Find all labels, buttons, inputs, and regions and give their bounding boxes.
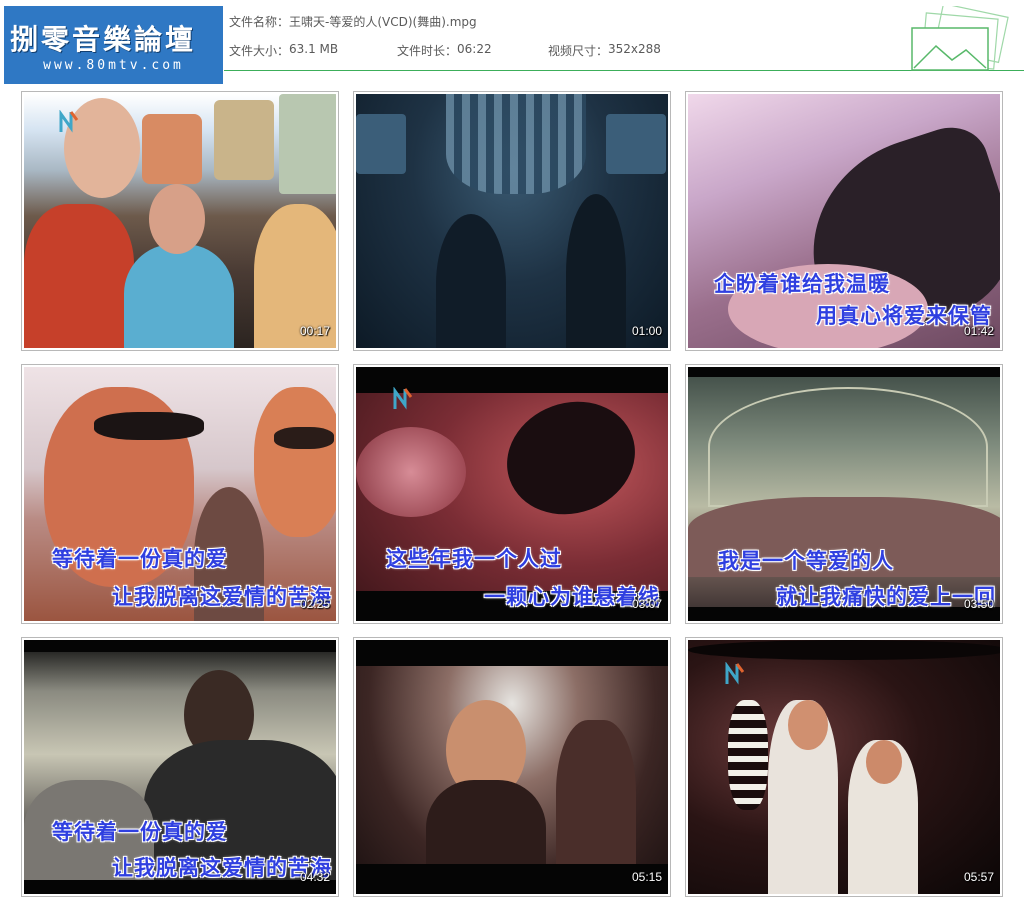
thumbnail[interactable]: 05:57 — [685, 637, 1003, 897]
video-frame: 05:15 — [356, 640, 668, 894]
video-frame: 等待着一份真的爱 让我脱离这爱情的苦海 02:25 — [24, 367, 336, 621]
lyric-line-1: 这些年我一个人过 — [386, 547, 562, 571]
channel-logo-icon — [393, 387, 413, 410]
video-frame: 等待着一份真的爱 让我脱离这爱情的苦海 04:32 — [24, 640, 336, 894]
lyric-line-1: 等待着一份真的爱 — [52, 820, 228, 844]
video-frame: 这些年我一个人过 一颗心为谁悬着线 03:07 — [356, 367, 668, 621]
timestamp: 01:42 — [963, 324, 994, 338]
duration-label: 文件时长： — [397, 44, 458, 58]
channel-logo-icon — [725, 662, 745, 685]
timestamp: 03:07 — [631, 597, 662, 611]
thumbnail[interactable]: 等待着一份真的爱 让我脱离这爱情的苦海 02:25 — [21, 364, 339, 624]
timestamp: 00:17 — [299, 324, 330, 338]
thumbnail[interactable]: 05:15 — [353, 637, 671, 897]
file-name-label: 文件名称： — [229, 15, 290, 29]
lyric-line-1: 企盼着谁给我温暖 — [714, 272, 890, 296]
header-divider — [224, 70, 1024, 71]
thumbnail[interactable]: 这些年我一个人过 一颗心为谁悬着线 03:07 — [353, 364, 671, 624]
thumbnail[interactable]: 01:00 — [353, 91, 671, 351]
video-frame: 企盼着谁给我温暖 用真心将爱来保管 01:42 — [688, 94, 1000, 348]
thumbnail[interactable]: 等待着一份真的爱 让我脱离这爱情的苦海 04:32 — [21, 637, 339, 897]
video-frame: 05:57 — [688, 640, 1000, 894]
channel-logo-icon — [59, 110, 79, 133]
site-logo[interactable]: 捌零音樂論壇 www.80mtv.com — [4, 6, 223, 84]
video-size-value: 352x288 — [608, 42, 661, 56]
file-size-value: 63.1 MB — [289, 42, 339, 56]
duration-value: 06:22 — [457, 42, 492, 56]
logo-title: 捌零音樂論壇 — [10, 23, 197, 56]
header: 捌零音樂論壇 www.80mtv.com 文件名称： 王啸天-等爱的人(VCD)… — [0, 0, 1024, 84]
timestamp: 04:32 — [299, 870, 330, 884]
thumbnail[interactable]: 00:17 — [21, 91, 339, 351]
timestamp: 01:00 — [631, 324, 662, 338]
timestamp: 05:57 — [963, 870, 994, 884]
timestamp: 02:25 — [299, 597, 330, 611]
timestamp: 05:15 — [631, 870, 662, 884]
logo-url: www.80mtv.com — [43, 58, 184, 73]
video-size-label: 视频尺寸： — [548, 44, 609, 58]
thumbnail[interactable]: 企盼着谁给我温暖 用真心将爱来保管 01:42 — [685, 91, 1003, 351]
timestamp: 03:50 — [963, 597, 994, 611]
file-size-label: 文件大小： — [229, 44, 290, 58]
video-frame: 00:17 — [24, 94, 336, 348]
file-name-value: 王啸天-等爱的人(VCD)(舞曲).mpg — [289, 15, 477, 29]
lyric-line-1: 我是一个等爱的人 — [718, 549, 894, 573]
video-frame: 01:00 — [356, 94, 668, 348]
image-frames-icon — [911, 6, 1009, 71]
video-frame: 我是一个等爱的人 就让我痛快的爱上一回 03:50 — [688, 367, 1000, 621]
lyric-line-1: 等待着一份真的爱 — [52, 547, 228, 571]
thumbnail[interactable]: 我是一个等爱的人 就让我痛快的爱上一回 03:50 — [685, 364, 1003, 624]
